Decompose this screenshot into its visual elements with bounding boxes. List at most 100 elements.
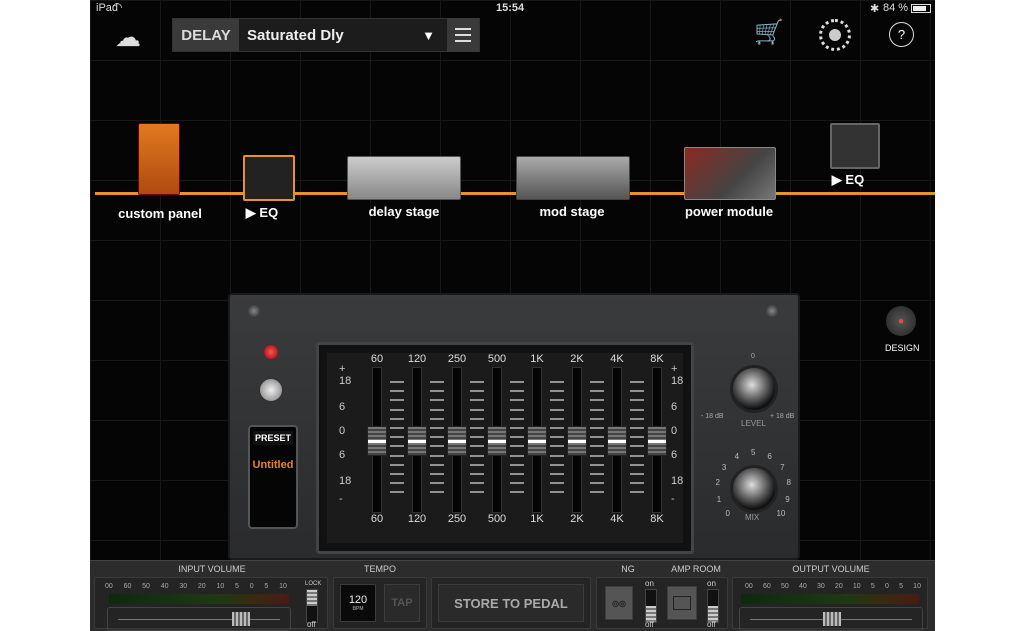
scale-tick — [590, 408, 604, 411]
output-volume-slider[interactable] — [739, 607, 923, 631]
scale-tick — [510, 473, 524, 475]
band-slider-handle[interactable] — [527, 426, 547, 456]
band-slider-handle[interactable] — [447, 426, 467, 456]
scale-tick — [390, 399, 404, 402]
scale-tick — [590, 454, 604, 457]
clock: 15:54 — [496, 2, 525, 14]
scale-tick — [470, 390, 484, 393]
scale-tick — [630, 482, 644, 485]
eq-scale-right: 18 — [671, 375, 684, 387]
band-slider-handle[interactable] — [487, 426, 507, 456]
battery-percent: 84 % — [883, 2, 909, 14]
meter-scale-label: 20 — [834, 583, 843, 590]
input-volume-slider[interactable] — [107, 607, 291, 631]
preset-label: PRESET — [253, 431, 293, 445]
mix-tick-label: 7 — [780, 462, 785, 472]
store-to-pedal-button[interactable]: STORE TO PEDAL — [438, 584, 584, 622]
meter-scale-label: 30 — [816, 583, 825, 590]
amp-room-on-label: on — [707, 579, 716, 588]
scale-tick — [550, 482, 564, 485]
meter-scale-label: 60 — [123, 583, 132, 590]
band-slider-handle[interactable] — [567, 426, 587, 456]
scale-tick — [550, 454, 564, 457]
preset-selector[interactable]: DELAY Saturated Dly ▼ — [172, 18, 480, 52]
volume-slider-thumb[interactable] — [231, 612, 250, 626]
meter-scale-label: 10 — [913, 583, 921, 590]
module-delay-stage[interactable] — [347, 156, 461, 200]
tap-button[interactable]: TAP — [384, 584, 420, 622]
scale-tick — [390, 436, 404, 439]
design-palette-icon[interactable]: ● — [886, 306, 916, 336]
ng-switch[interactable] — [645, 589, 657, 623]
settings-gear-icon[interactable] — [819, 19, 851, 51]
level-min-label: - 18 dB — [701, 413, 724, 420]
band-slider-handle[interactable] — [647, 426, 667, 456]
input-volume-header: INPUT VOLUME — [178, 564, 246, 574]
scale-tick — [550, 463, 564, 466]
scale-tick — [430, 408, 444, 411]
eq-scale-left: - — [339, 493, 343, 505]
band-slider-handle[interactable] — [607, 426, 627, 456]
preset-name[interactable]: Saturated Dly — [247, 27, 422, 44]
scale-tick — [550, 381, 564, 383]
ng-on-label: on — [645, 579, 654, 588]
help-icon[interactable]: ? — [889, 22, 914, 47]
scale-tick — [550, 445, 564, 448]
category-label[interactable]: DELAY — [173, 19, 239, 51]
scale-tick — [430, 427, 444, 429]
module-eq-post[interactable] — [830, 123, 880, 169]
module-eq-selected[interactable] — [243, 155, 295, 201]
scale-tick — [590, 463, 604, 466]
output-volume-header: OUTPUT VOLUME — [792, 564, 870, 574]
bypass-switch[interactable] — [258, 377, 284, 403]
mix-tick-label: 4 — [734, 451, 740, 461]
level-knob[interactable] — [730, 365, 778, 413]
dropdown-arrow-icon[interactable]: ▼ — [422, 28, 435, 43]
cloud-icon[interactable]: ☁ — [115, 22, 141, 53]
lock-switch[interactable] — [306, 589, 318, 623]
mix-tick-label: 3 — [721, 462, 727, 472]
scale-tick — [430, 482, 444, 485]
screw — [766, 305, 778, 317]
volume-slider-thumb[interactable] — [823, 612, 841, 626]
band-slider-handle[interactable] — [367, 426, 387, 456]
amp-room-button[interactable] — [667, 586, 697, 620]
design-button-label[interactable]: DESIGN — [885, 343, 920, 353]
scale-tick — [470, 417, 484, 420]
eq-scale-left: + — [339, 363, 346, 375]
preset-display[interactable]: PRESET Untitled — [248, 425, 298, 529]
menu-button[interactable] — [447, 18, 479, 52]
meter-scale-label: 5 — [235, 583, 239, 590]
scale-tick — [510, 482, 524, 485]
noise-gate-button[interactable]: ◎◎ — [605, 586, 633, 620]
bpm-unit: BPM — [352, 606, 364, 612]
scale-tick — [590, 390, 604, 393]
scale-tick — [390, 408, 404, 411]
scale-tick — [390, 417, 404, 420]
mix-tick-label: 5 — [751, 448, 756, 457]
mix-label: MIX — [745, 513, 760, 522]
scale-tick — [590, 482, 604, 485]
band-freq-top: 60 — [370, 353, 384, 365]
scale-tick — [390, 427, 404, 429]
cart-icon[interactable]: 🛒 — [754, 18, 784, 47]
scale-tick — [470, 427, 484, 429]
scale-tick — [510, 417, 524, 420]
module-label: power module — [684, 204, 774, 219]
scale-tick — [430, 491, 444, 494]
preset-value: Untitled — [252, 459, 294, 471]
module-power-module[interactable] — [684, 147, 776, 200]
amp-room-icon — [673, 596, 691, 610]
scale-tick — [510, 491, 524, 494]
scale-tick — [590, 445, 604, 448]
module-custom-panel[interactable] — [138, 123, 180, 195]
level-label: LEVEL — [741, 419, 766, 428]
mix-knob[interactable] — [730, 465, 778, 513]
module-mod-stage[interactable] — [516, 156, 630, 200]
scale-tick — [630, 399, 644, 402]
bpm-display[interactable]: 120 BPM — [340, 584, 376, 622]
amp-room-switch[interactable] — [707, 589, 719, 623]
band-slider-handle[interactable] — [407, 426, 427, 456]
mix-tick-label: 8 — [786, 478, 791, 488]
scale-tick — [590, 436, 604, 439]
